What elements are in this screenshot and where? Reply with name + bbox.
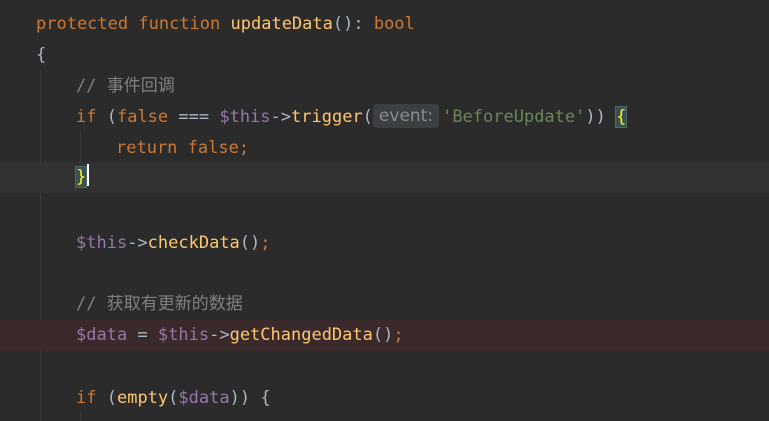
semicolon: ; [393,325,404,345]
paren: ( [96,388,117,408]
variable-this: $this [219,107,271,127]
parameter-hint: event: [372,104,440,128]
signature-punctuation: (): [332,14,374,34]
variable-data: $data [178,388,230,408]
keyword-return: return [116,138,178,158]
comment: // 获取有更新的数据 [76,294,243,314]
open-brace: { [260,388,271,408]
code-line-6-current[interactable]: } [0,162,769,193]
paren: ( [168,388,179,408]
arrow-operator: -> [127,233,148,253]
arrow-operator: -> [209,325,230,345]
operator: === [168,107,220,127]
keyword-if: if [76,388,97,408]
assign-operator: = [127,325,158,345]
code-line-3[interactable]: // 事件回调 [0,71,769,102]
function-name: updateData [230,14,333,34]
keyword-function: function [138,14,221,34]
keyword-if: if [76,107,97,127]
code-line-5[interactable]: return false; [0,133,769,164]
paren: )) [229,388,261,408]
code-line-1[interactable]: protected function updateData(): bool [0,9,769,40]
method-trigger: trigger [291,107,363,127]
code-line-8[interactable]: $this->checkData(); [0,228,769,259]
variable-data: $data [76,325,128,345]
method-checkData: checkData [147,233,240,253]
open-brace: { [36,45,47,65]
semicolon: ; [260,233,271,253]
matched-brace-highlight: { [615,106,628,128]
keyword-false: false [116,107,169,127]
code-line-2[interactable]: { [0,40,769,71]
comment: // 事件回调 [76,76,175,96]
code-line-4[interactable]: if (false === $this->trigger(event: 'Befo… [0,102,769,133]
paren: ( [96,107,117,127]
code-editor[interactable]: protected function updateData(): bool { … [0,0,769,421]
code-line-11-highlighted[interactable]: $data = $this->getChangedData(); [0,320,769,351]
parens: () [372,325,394,345]
parens: () [239,233,261,253]
paren: )) [585,107,617,127]
code-line-10[interactable]: // 获取有更新的数据 [0,289,769,320]
function-empty: empty [116,388,169,408]
variable-this: $this [157,325,210,345]
semicolon: ; [238,138,250,158]
matched-brace-highlight: } [74,166,88,188]
code-line-13[interactable]: if (empty($data)) { [0,383,769,414]
paren: ( [362,107,373,127]
return-type: bool [373,14,415,34]
string-literal: 'BeforeUpdate' [442,107,586,127]
text-caret [87,164,90,186]
method-getChangedData: getChangedData [229,325,373,345]
variable-this: $this [76,233,128,253]
keyword-protected: protected [36,14,129,34]
keyword-false: false [187,138,239,158]
arrow-operator: -> [270,107,292,127]
